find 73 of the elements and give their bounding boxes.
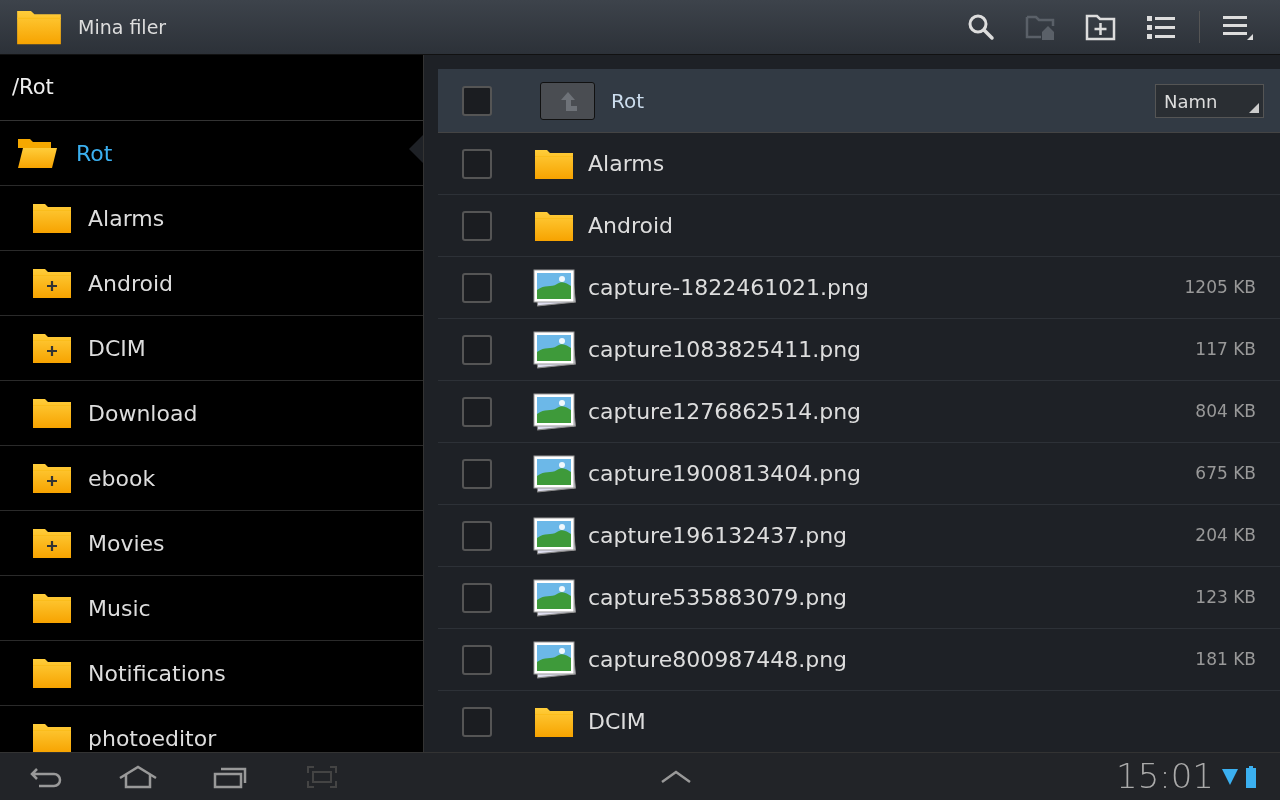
checkbox[interactable] — [462, 520, 492, 551]
folder-item[interactable]: Android — [0, 251, 423, 316]
checkbox[interactable] — [462, 458, 492, 489]
checkbox[interactable] — [462, 582, 492, 613]
file-name[interactable]: capture800987448.png — [588, 643, 848, 676]
checkbox[interactable] — [462, 396, 492, 427]
image-file-icon — [532, 391, 578, 432]
file-size: 117 KB — [1195, 337, 1256, 361]
folder-plus-icon — [32, 332, 72, 364]
folder-item[interactable]: Movies — [0, 511, 423, 576]
sort-dropdown[interactable]: Namn — [1155, 83, 1264, 118]
dropdown-corner-icon — [1249, 102, 1259, 113]
folder-icon — [32, 397, 72, 429]
folder-icon — [534, 209, 574, 242]
app-title: Mina filer — [78, 14, 167, 40]
file-name[interactable]: capture535883079.png — [588, 581, 848, 614]
file-name[interactable]: capture1900813404.png — [588, 457, 862, 490]
menu-icon — [1223, 14, 1253, 40]
current-folder: Rot — [611, 87, 645, 115]
folder-plus-icon — [32, 267, 72, 299]
screenshot-icon — [306, 764, 338, 789]
image-file-icon — [532, 329, 578, 370]
file-name[interactable]: capture1083825411.png — [588, 333, 862, 366]
chevron-up-icon — [660, 769, 692, 784]
home-icon — [118, 764, 158, 789]
current-path: /Rot — [12, 73, 54, 101]
checkbox[interactable] — [462, 210, 492, 241]
image-file-icon — [532, 577, 578, 618]
folder-plus-icon — [32, 462, 72, 494]
parent-folder-button[interactable] — [540, 81, 595, 120]
file-name[interactable]: Alarms — [588, 147, 665, 180]
file-name[interactable]: Android — [588, 209, 674, 242]
checkbox[interactable] — [462, 706, 492, 737]
list-icon — [1147, 15, 1175, 39]
file-name[interactable]: capture-1822461021.png — [588, 271, 869, 304]
folder-icon — [534, 705, 574, 738]
folder-item[interactable]: Download — [0, 381, 423, 446]
folder-plus-icon — [32, 527, 72, 559]
checkbox[interactable] — [462, 272, 492, 303]
folder-item[interactable]: DCIM — [0, 316, 423, 381]
file-name[interactable]: DCIM — [588, 705, 646, 738]
folder-icon — [534, 147, 574, 180]
wifi-icon — [1222, 766, 1238, 787]
folder-home-icon — [1025, 13, 1057, 41]
file-name[interactable]: capture196132437.png — [588, 519, 848, 552]
folder-icon — [32, 657, 72, 689]
file-size: 675 KB — [1195, 461, 1256, 485]
folder-icon — [32, 722, 72, 752]
file-size: 123 KB — [1195, 585, 1256, 609]
file-size: 181 KB — [1195, 647, 1256, 671]
checkbox[interactable] — [462, 148, 492, 179]
image-file-icon — [532, 515, 578, 556]
back-icon — [29, 765, 63, 788]
select-all-checkbox[interactable] — [462, 85, 492, 116]
battery-icon — [1246, 765, 1256, 788]
folder-plus-icon — [1085, 13, 1117, 41]
image-file-icon — [532, 639, 578, 680]
checkbox[interactable] — [462, 334, 492, 365]
search-icon — [966, 12, 996, 42]
folder-icon — [32, 592, 72, 624]
folder-item[interactable]: Notifications — [0, 641, 423, 706]
folder-item[interactable]: ebook — [0, 446, 423, 511]
file-size: 804 KB — [1195, 399, 1256, 423]
folder-item[interactable]: Alarms — [0, 186, 423, 251]
checkbox[interactable] — [462, 644, 492, 675]
file-size: 1205 KB — [1184, 275, 1256, 299]
image-file-icon — [532, 267, 578, 308]
folder-icon — [32, 202, 72, 234]
file-name[interactable]: capture1276862514.png — [588, 395, 862, 428]
image-file-icon — [532, 453, 578, 494]
clock: 15:01 — [1116, 755, 1214, 798]
file-size: 204 KB — [1195, 523, 1256, 547]
folder-item[interactable]: Music — [0, 576, 423, 641]
